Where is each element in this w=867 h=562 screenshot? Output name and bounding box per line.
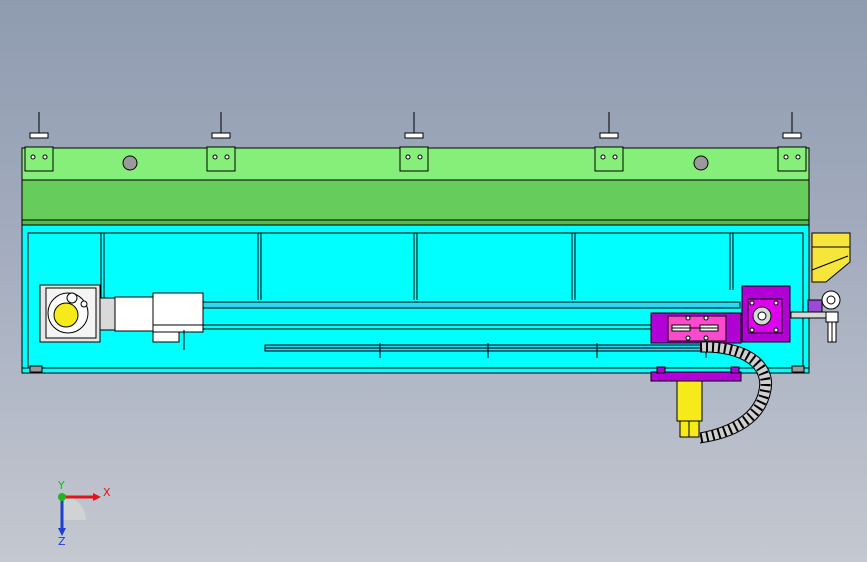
z-axis-label: Z — [58, 535, 66, 548]
gear-hub — [53, 302, 79, 328]
x-axis-label: X — [103, 486, 111, 499]
y-axis-dot — [58, 493, 66, 501]
y-axis-label: Y — [57, 479, 65, 492]
mounting-hole — [122, 155, 138, 171]
mounting-hole — [693, 155, 709, 171]
coordinate-triad: X Y Z — [57, 479, 111, 548]
triad-arc — [62, 496, 86, 520]
cad-viewport[interactable]: X Y Z — [0, 0, 867, 562]
